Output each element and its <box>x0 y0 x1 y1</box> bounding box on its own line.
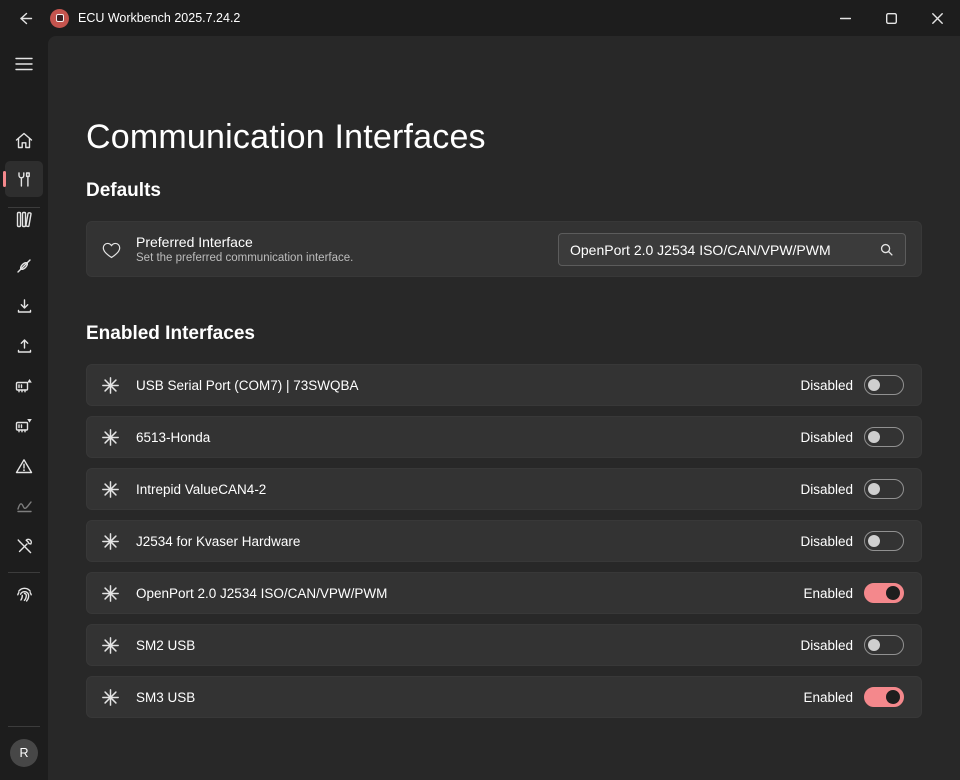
sidebar-item-repair[interactable] <box>0 527 48 565</box>
heart-icon <box>101 240 122 259</box>
sidebar-item-home[interactable] <box>0 121 48 159</box>
repair-tools-icon <box>16 538 33 555</box>
sidebar-item-discover[interactable] <box>0 247 48 285</box>
toggle-knob <box>886 690 900 704</box>
interface-state-label: Disabled <box>800 638 853 653</box>
back-button[interactable] <box>8 4 42 32</box>
download-icon <box>16 298 33 314</box>
interface-label: J2534 for Kvaser Hardware <box>136 534 300 549</box>
sidebar-item-download[interactable] <box>0 287 48 325</box>
interface-toggle[interactable] <box>864 687 904 707</box>
workbench-tools-icon <box>16 171 32 188</box>
interface-label: OpenPort 2.0 J2534 ISO/CAN/VPW/PWM <box>136 586 387 601</box>
interface-star-icon <box>102 637 119 654</box>
minimize-icon <box>840 13 851 24</box>
interface-label: SM2 USB <box>136 638 195 653</box>
toggle-knob <box>868 379 880 391</box>
interface-star-icon <box>102 533 119 550</box>
preferred-interface-card: Preferred Interface Set the preferred co… <box>86 221 922 277</box>
fingerprint-icon <box>16 586 33 603</box>
interface-row: USB Serial Port (COM7) | 73SWQBA Disable… <box>86 364 922 406</box>
avatar-initial: R <box>19 746 28 760</box>
chart-icon <box>16 498 33 514</box>
sidebar-item-library[interactable] <box>0 200 48 238</box>
nav-menu-toggle[interactable] <box>0 45 48 83</box>
preferred-interface-input[interactable] <box>559 242 874 258</box>
interface-star-icon <box>102 429 119 446</box>
minimize-button[interactable] <box>822 0 868 36</box>
interface-row: OpenPort 2.0 J2534 ISO/CAN/VPW/PWM Enabl… <box>86 572 922 614</box>
toggle-knob <box>868 535 880 547</box>
warning-icon <box>15 458 33 474</box>
close-icon <box>932 13 943 24</box>
content-area: Communication Interfaces Defaults Prefer… <box>48 36 960 780</box>
preferred-interface-title: Preferred Interface <box>136 234 353 250</box>
sidebar-item-diagnostics[interactable] <box>0 447 48 485</box>
toggle-knob <box>868 639 880 651</box>
app-logo-icon <box>50 9 69 28</box>
interface-toggle[interactable] <box>864 583 904 603</box>
maximize-button[interactable] <box>868 0 914 36</box>
interface-star-icon <box>102 377 119 394</box>
sidebar-item-ecu-write[interactable] <box>0 407 48 445</box>
hamburger-icon <box>15 57 33 71</box>
interface-toggle[interactable] <box>864 375 904 395</box>
ecu-write-icon <box>15 418 33 434</box>
interface-state-label: Disabled <box>800 534 853 549</box>
sidebar-item-ecu-read[interactable] <box>0 367 48 405</box>
titlebar: ECU Workbench 2025.7.24.2 <box>0 0 960 36</box>
close-button[interactable] <box>914 0 960 36</box>
interface-state-label: Disabled <box>800 482 853 497</box>
interface-label: Intrepid ValueCAN4-2 <box>136 482 266 497</box>
defaults-heading: Defaults <box>86 180 161 202</box>
interface-row: J2534 for Kvaser Hardware Disabled <box>86 520 922 562</box>
interface-label: 6513-Honda <box>136 430 210 445</box>
user-avatar[interactable]: R <box>10 739 38 767</box>
interface-row: SM3 USB Enabled <box>86 676 922 718</box>
interface-toggle[interactable] <box>864 479 904 499</box>
interface-label: SM3 USB <box>136 690 195 705</box>
sidebar-item-upload[interactable] <box>0 327 48 365</box>
upload-icon <box>16 338 33 354</box>
interface-label: USB Serial Port (COM7) | 73SWQBA <box>136 378 359 393</box>
interface-toggle[interactable] <box>864 635 904 655</box>
enabled-interfaces-heading: Enabled Interfaces <box>86 323 255 345</box>
sidebar-divider <box>8 726 40 727</box>
sidebar-item-graphs[interactable] <box>0 487 48 525</box>
interface-row: 6513-Honda Disabled <box>86 416 922 458</box>
interface-state-label: Enabled <box>803 586 853 601</box>
page-title: Communication Interfaces <box>86 118 486 157</box>
library-icon <box>16 211 33 228</box>
interface-toggle[interactable] <box>864 427 904 447</box>
sidebar-divider <box>8 572 40 573</box>
interface-state-label: Disabled <box>800 430 853 445</box>
compass-icon <box>16 258 32 274</box>
interface-row: Intrepid ValueCAN4-2 Disabled <box>86 468 922 510</box>
toggle-knob <box>868 483 880 495</box>
preferred-interface-text: Preferred Interface Set the preferred co… <box>136 234 353 264</box>
sidebar-divider <box>8 207 40 208</box>
selected-indicator <box>3 171 6 187</box>
window-title: ECU Workbench 2025.7.24.2 <box>78 11 240 25</box>
arrow-left-icon <box>17 10 34 27</box>
interface-star-icon <box>102 481 119 498</box>
search-icon[interactable] <box>880 243 893 256</box>
preferred-interface-combobox[interactable] <box>558 233 906 266</box>
sidebar-item-security[interactable] <box>0 575 48 613</box>
sidebar-item-workbench[interactable] <box>0 160 48 198</box>
toggle-knob <box>868 431 880 443</box>
interface-star-icon <box>102 689 119 706</box>
sidebar-item-settings[interactable] <box>0 770 48 780</box>
interface-toggle[interactable] <box>864 531 904 551</box>
interface-state-label: Disabled <box>800 378 853 393</box>
ecu-read-icon <box>15 378 33 394</box>
preferred-interface-subtitle: Set the preferred communication interfac… <box>136 252 353 264</box>
maximize-icon <box>886 13 897 24</box>
interface-row: SM2 USB Disabled <box>86 624 922 666</box>
home-icon <box>15 132 33 149</box>
interface-star-icon <box>102 585 119 602</box>
interface-state-label: Enabled <box>803 690 853 705</box>
sidebar: R <box>0 36 48 780</box>
toggle-knob <box>886 586 900 600</box>
